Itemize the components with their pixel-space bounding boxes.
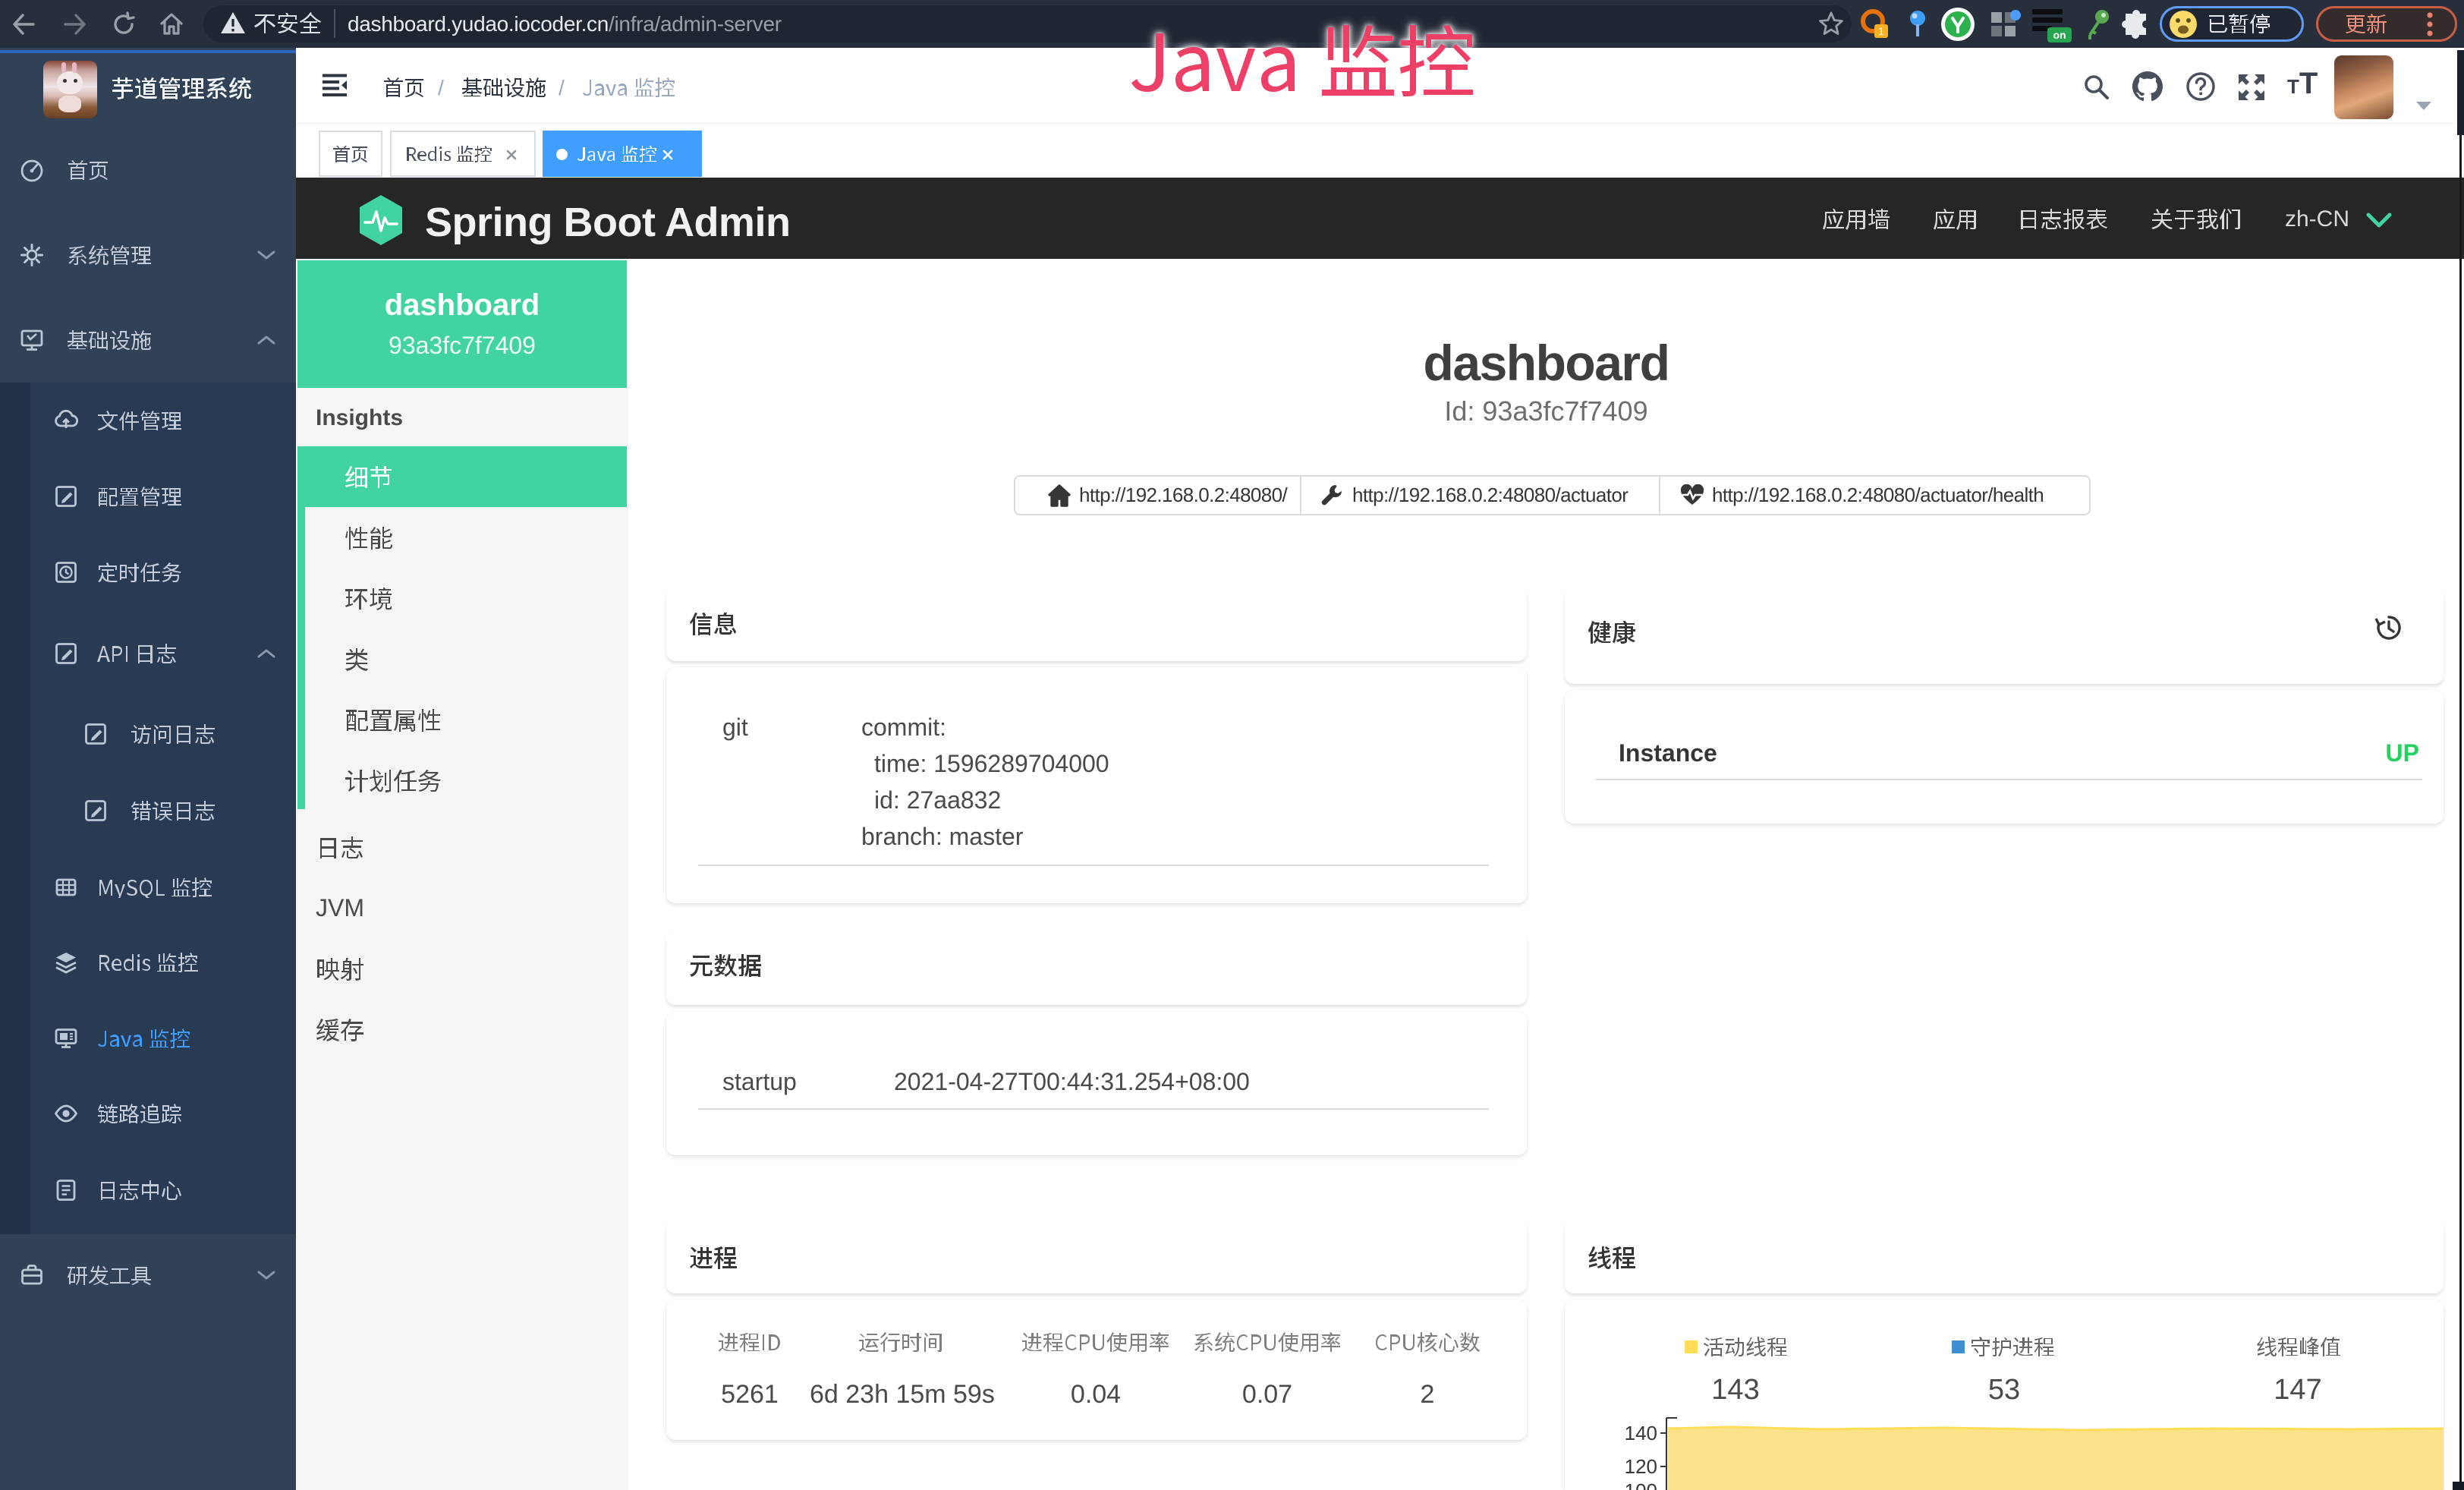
- svg-text:120: 120: [1625, 1455, 1657, 1478]
- svg-text:100: 100: [1625, 1479, 1657, 1490]
- svg-text:140: 140: [1625, 1422, 1657, 1444]
- svg-text:1: 1: [1878, 25, 1884, 37]
- svg-text:on: on: [2053, 29, 2066, 41]
